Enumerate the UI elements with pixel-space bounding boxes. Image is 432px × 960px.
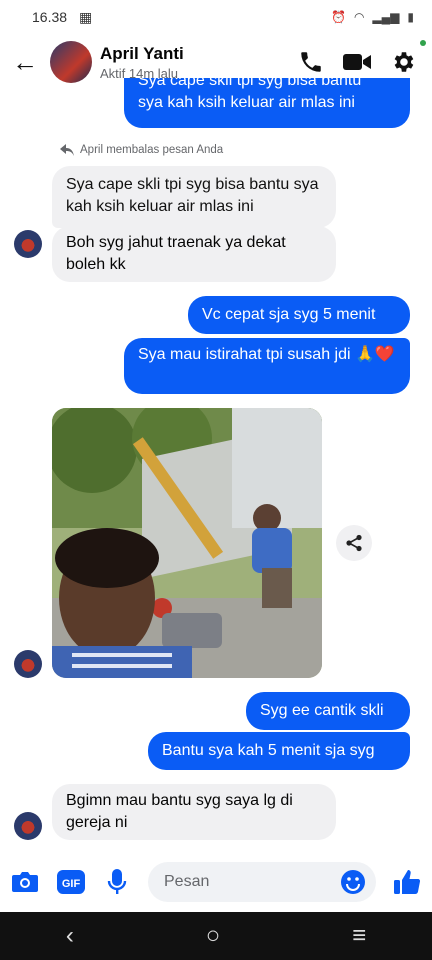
message-composer: GIF Pesan: [0, 852, 432, 912]
wifi-icon: ◠: [353, 10, 365, 24]
svg-text:GIF: GIF: [62, 878, 81, 890]
message-text: Bantu sya kah 5 menit sja syg: [162, 742, 375, 759]
message-outgoing[interactable]: Bantu sya kah 5 menit sja syg: [148, 732, 410, 770]
share-button[interactable]: [336, 525, 372, 561]
message-outgoing[interactable]: Syg ee cantik skli: [246, 692, 410, 730]
message-input-placeholder: Pesan: [164, 873, 210, 890]
avatar[interactable]: [14, 812, 42, 840]
nav-home-icon[interactable]: ○: [206, 922, 221, 950]
online-indicator: [420, 40, 426, 46]
message-text: Sya mau istirahat tpi susah jdi 🙏❤️: [138, 346, 395, 363]
quoted-message-text: Sya cape skli tpi syg bisa bantu sya kah…: [66, 176, 319, 215]
emoji-icon[interactable]: [340, 869, 366, 895]
message-text: Boh syg jahut traenak ya dekat boleh kk: [66, 234, 286, 273]
status-icons: ⏰ ◠ ▂▄▆ ▮: [331, 10, 414, 24]
message-incoming[interactable]: Bgimn mau bantu syg saya lg di gereja ni: [52, 784, 336, 840]
system-nav-bar: ‹ ○ ≡: [0, 912, 432, 960]
status-bar: 16.38 ▦ ⏰ ◠ ▂▄▆ ▮: [0, 0, 432, 34]
gear-icon[interactable]: [390, 49, 416, 75]
gallery-notification-icon: ▦: [79, 8, 93, 25]
reply-note-text: April membalas pesan Anda: [80, 144, 224, 156]
camera-icon[interactable]: [10, 867, 40, 897]
message-outgoing-partial[interactable]: Sya cape skli tpi syg bisa bantu sya kah…: [124, 78, 410, 128]
message-text-partial: sya kah ksih keluar air mlas ini: [138, 94, 355, 111]
contact-info[interactable]: April Yanti Aktif 14m lalu: [100, 44, 184, 81]
status-time: 16.38: [32, 9, 68, 25]
message-outgoing[interactable]: Sya mau istirahat tpi susah jdi 🙏❤️: [124, 338, 410, 394]
message-text: Syg ee cantik skli: [260, 702, 384, 719]
avatar[interactable]: [14, 650, 42, 678]
nav-recents-icon[interactable]: ≡: [352, 922, 366, 950]
battery-icon: ▮: [407, 10, 414, 24]
gif-icon[interactable]: GIF: [56, 867, 86, 897]
message-text: Vc cepat sja syg 5 menit: [202, 306, 376, 323]
nav-back-icon[interactable]: ‹: [66, 922, 74, 950]
quoted-message[interactable]: Sya cape skli tpi syg bisa bantu sya kah…: [52, 166, 336, 228]
message-text: Bgimn mau bantu syg saya lg di gereja ni: [66, 792, 293, 831]
reply-arrow-icon: [60, 144, 74, 156]
contact-name: April Yanti: [100, 43, 184, 63]
back-arrow-icon[interactable]: ←: [0, 47, 50, 78]
header-actions: [298, 49, 432, 75]
like-icon[interactable]: [392, 867, 422, 897]
message-outgoing[interactable]: Vc cepat sja syg 5 menit: [188, 296, 410, 334]
message-incoming[interactable]: Boh syg jahut traenak ya dekat boleh kk: [52, 226, 336, 282]
microphone-icon[interactable]: [102, 867, 132, 897]
share-icon: [346, 534, 362, 552]
signal-icon: ▂▄▆: [372, 10, 400, 24]
phone-icon[interactable]: [298, 49, 324, 75]
avatar[interactable]: [14, 230, 42, 258]
contact-avatar[interactable]: [50, 41, 92, 83]
alarm-icon: ⏰: [330, 10, 346, 24]
message-text-partial-upper: Sya cape skli tpi syg bisa bantu: [138, 78, 362, 89]
photo-message[interactable]: [52, 408, 322, 678]
photo-image: [52, 408, 322, 678]
video-icon[interactable]: [342, 49, 372, 75]
reply-note: April membalas pesan Anda: [60, 144, 223, 156]
message-input[interactable]: Pesan: [148, 862, 376, 902]
